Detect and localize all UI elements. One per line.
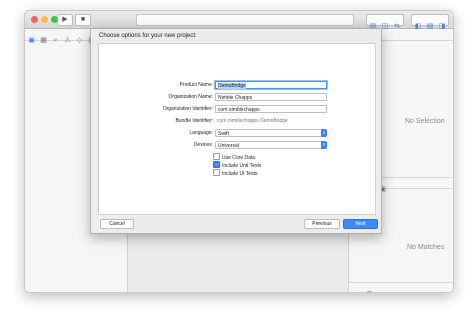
activity-viewer: [136, 14, 354, 26]
include-unit-tests-label: Include Unit Tests: [222, 162, 262, 169]
checkbox-box[interactable]: [213, 169, 220, 176]
minimize-window-button[interactable]: [41, 16, 48, 23]
product-name-field[interactable]: DemoBridge: [215, 81, 327, 89]
popup-arrows-icon: ⇕: [321, 141, 327, 149]
bundle-identifier-row: Bundle Identifier: com.nimblechapps.Demo…: [99, 117, 375, 125]
sheet-title: Choose options for your new project:: [99, 33, 197, 39]
language-popup[interactable]: Swift ⇕: [215, 129, 327, 137]
language-row: Language: Swift ⇕: [99, 129, 375, 137]
no-matches-label: No Matches: [407, 244, 445, 251]
bundle-identifier-value: com.nimblechapps.DemoBridge: [217, 118, 288, 124]
run-button[interactable]: ▶: [57, 14, 73, 26]
organization-identifier-label: Organization Identifier:: [162, 106, 213, 112]
play-icon: ▶: [62, 16, 68, 23]
organization-identifier-field[interactable]: com.nimblechapps: [215, 105, 327, 113]
editor-mode-control[interactable]: ▤ ◫ ⇆: [366, 14, 404, 30]
language-value: Swift: [218, 131, 229, 137]
product-name-value: DemoBridge: [218, 83, 246, 89]
cancel-button[interactable]: Cancel: [100, 219, 134, 229]
include-ui-tests-label: Include UI Tests: [222, 170, 258, 177]
devices-label: Devices:: [193, 142, 213, 148]
checkbox-box[interactable]: [213, 153, 220, 160]
checkmark-icon[interactable]: ✓: [213, 161, 220, 168]
include-unit-tests-checkbox[interactable]: ✓ Include Unit Tests: [213, 161, 262, 169]
previous-button[interactable]: Previous: [304, 219, 340, 229]
view-toggle-control[interactable]: ◧ ▤ ◨: [411, 14, 449, 30]
product-name-row: Product Name: DemoBridge: [99, 81, 375, 89]
use-core-data-label: Use Core Data: [222, 154, 256, 161]
symbol-navigator-icon[interactable]: ▦: [38, 35, 49, 46]
list-view-icon[interactable]: ☰: [364, 290, 375, 292]
language-label: Language:: [189, 130, 213, 136]
organization-name-row: Organization Name: Nimble Chapps: [99, 93, 375, 101]
product-name-label: Product Name:: [179, 82, 213, 88]
bundle-identifier-label: Bundle Identifier:: [175, 118, 213, 124]
organization-name-label: Organization Name:: [168, 94, 213, 100]
issue-navigator-icon[interactable]: ⚠: [62, 35, 73, 46]
test-navigator-icon[interactable]: ◇: [74, 35, 85, 46]
devices-row: Devices: Universal ⇕: [99, 141, 375, 149]
organization-name-field[interactable]: Nimble Chapps: [215, 93, 327, 101]
project-navigator-icon[interactable]: ▣: [26, 35, 37, 46]
close-window-button[interactable]: [31, 16, 38, 23]
use-core-data-checkbox[interactable]: Use Core Data: [213, 153, 256, 161]
include-ui-tests-checkbox[interactable]: Include UI Tests: [213, 169, 258, 177]
library-filter-bar: ⊞☰: [349, 282, 453, 292]
devices-popup[interactable]: Universal ⇕: [215, 141, 327, 149]
find-navigator-icon[interactable]: ⌕: [50, 35, 61, 46]
popup-arrows-icon: ⇕: [321, 129, 327, 137]
no-selection-label: No Selection: [405, 118, 445, 125]
devices-value: Universal: [218, 143, 239, 149]
organization-identifier-row: Organization Identifier: com.nimblechapp…: [99, 105, 375, 113]
next-button[interactable]: Next: [343, 219, 378, 229]
grid-view-icon[interactable]: ⊞: [351, 290, 362, 292]
window-toolbar: ▶ ■ ▤ ◫ ⇆ ◧ ▤ ◨: [25, 11, 453, 30]
options-panel: Product Name: DemoBridge Organization Na…: [98, 43, 376, 215]
stop-icon: ■: [80, 16, 86, 23]
new-project-options-sheet: Choose options for your new project: Pro…: [90, 28, 382, 234]
stop-button[interactable]: ■: [75, 14, 91, 26]
